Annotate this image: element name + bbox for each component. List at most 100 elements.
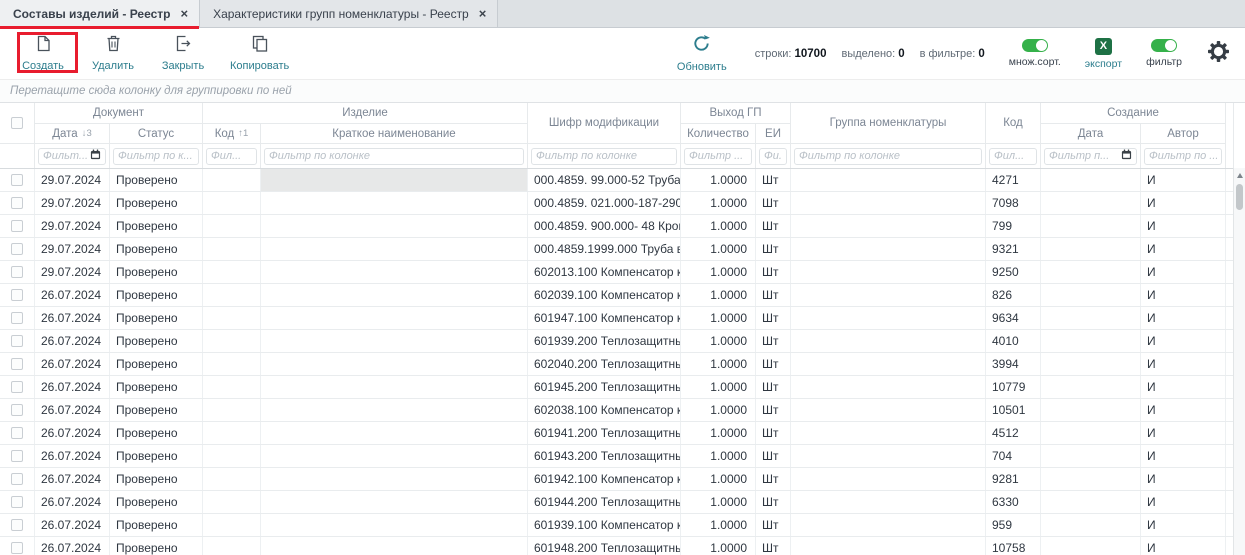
cell-short-name[interactable]: [261, 284, 528, 306]
cell-quantity[interactable]: 1.0000: [681, 491, 756, 513]
cell-quantity[interactable]: 1.0000: [681, 238, 756, 260]
cell-quantity[interactable]: 1.0000: [681, 192, 756, 214]
cell-mod-cipher[interactable]: 602039.100 Компенсатор к: [528, 284, 681, 306]
cell-product-code[interactable]: [203, 399, 261, 421]
cell-short-name[interactable]: [261, 537, 528, 555]
row-checkbox[interactable]: [11, 381, 23, 393]
cell-status[interactable]: Проверено: [110, 399, 203, 421]
table-row[interactable]: 29.07.2024 Проверено 000.4859.1999.000 Т…: [0, 238, 1233, 261]
cell-author[interactable]: И: [1141, 307, 1226, 329]
cell-short-name[interactable]: [261, 261, 528, 283]
cell-mod-cipher[interactable]: 601947.100 Компенсатор к: [528, 307, 681, 329]
row-checkbox[interactable]: [11, 289, 23, 301]
cell-date[interactable]: 29.07.2024: [35, 215, 110, 237]
cell-mod-cipher[interactable]: 601944.200 Теплозащитны: [528, 491, 681, 513]
row-checkbox[interactable]: [11, 519, 23, 531]
cell-status[interactable]: Проверено: [110, 215, 203, 237]
cell-quantity[interactable]: 1.0000: [681, 261, 756, 283]
table-row[interactable]: 26.07.2024 Проверено 602039.100 Компенса…: [0, 284, 1233, 307]
table-row[interactable]: 26.07.2024 Проверено 602038.100 Компенса…: [0, 399, 1233, 422]
filter-unit[interactable]: Фи...: [756, 144, 791, 168]
cell-creation-date[interactable]: [1041, 330, 1141, 352]
cell-author[interactable]: И: [1141, 330, 1226, 352]
cell-code[interactable]: 10501: [986, 399, 1041, 421]
cell-mod-cipher[interactable]: 601941.200 Теплозащитны: [528, 422, 681, 444]
cell-product-code[interactable]: [203, 445, 261, 467]
cell-short-name[interactable]: [261, 514, 528, 536]
cell-unit[interactable]: Шт: [756, 376, 791, 398]
cell-creation-date[interactable]: [1041, 307, 1141, 329]
cell-creation-date[interactable]: [1041, 284, 1141, 306]
cell-date[interactable]: 29.07.2024: [35, 192, 110, 214]
cell-author[interactable]: И: [1141, 399, 1226, 421]
refresh-button[interactable]: Обновить: [677, 34, 727, 73]
cell-nomenclature-group[interactable]: [791, 330, 986, 352]
filter-mod-cipher[interactable]: Фильтр по колонке: [528, 144, 681, 168]
column-header-author[interactable]: Автор: [1141, 124, 1226, 144]
cell-status[interactable]: Проверено: [110, 353, 203, 375]
column-header-quantity[interactable]: Количество: [681, 124, 756, 144]
filter-short-name[interactable]: Фильтр по колонке: [261, 144, 528, 168]
cell-creation-date[interactable]: [1041, 192, 1141, 214]
settings-button[interactable]: [1208, 41, 1229, 67]
cell-date[interactable]: 26.07.2024: [35, 399, 110, 421]
cell-short-name[interactable]: [261, 307, 528, 329]
filter-author[interactable]: Фильтр по ...: [1141, 144, 1226, 168]
table-row[interactable]: 26.07.2024 Проверено 601942.100 Компенса…: [0, 468, 1233, 491]
cell-unit[interactable]: Шт: [756, 399, 791, 421]
cell-nomenclature-group[interactable]: [791, 192, 986, 214]
cell-product-code[interactable]: [203, 261, 261, 283]
cell-quantity[interactable]: 1.0000: [681, 353, 756, 375]
cell-unit[interactable]: Шт: [756, 353, 791, 375]
cell-code[interactable]: 959: [986, 514, 1041, 536]
row-checkbox[interactable]: [11, 473, 23, 485]
cell-mod-cipher[interactable]: 000.4859. 99.000-52 Труба: [528, 169, 681, 191]
cell-author[interactable]: И: [1141, 537, 1226, 555]
export-button[interactable]: X экспорт: [1085, 38, 1122, 70]
cell-product-code[interactable]: [203, 514, 261, 536]
cell-short-name[interactable]: [261, 399, 528, 421]
close-icon[interactable]: ×: [479, 7, 487, 20]
column-header-code[interactable]: Код ↑1: [203, 124, 261, 144]
cell-short-name[interactable]: [261, 169, 528, 191]
cell-status[interactable]: Проверено: [110, 192, 203, 214]
cell-quantity[interactable]: 1.0000: [681, 330, 756, 352]
cell-date[interactable]: 26.07.2024: [35, 376, 110, 398]
cell-date[interactable]: 29.07.2024: [35, 238, 110, 260]
row-checkbox[interactable]: [11, 450, 23, 462]
cell-product-code[interactable]: [203, 537, 261, 555]
cell-code[interactable]: 9634: [986, 307, 1041, 329]
cell-mod-cipher[interactable]: 601943.200 Теплозащитны: [528, 445, 681, 467]
cell-nomenclature-group[interactable]: [791, 307, 986, 329]
cell-creation-date[interactable]: [1041, 399, 1141, 421]
cell-quantity[interactable]: 1.0000: [681, 376, 756, 398]
close-icon[interactable]: ×: [180, 7, 188, 20]
cell-quantity[interactable]: 1.0000: [681, 169, 756, 191]
cell-code[interactable]: 10779: [986, 376, 1041, 398]
row-checkbox[interactable]: [11, 404, 23, 416]
cell-status[interactable]: Проверено: [110, 491, 203, 513]
row-checkbox[interactable]: [11, 174, 23, 186]
column-header-date[interactable]: Дата ↓3: [35, 124, 110, 144]
cell-nomenclature-group[interactable]: [791, 376, 986, 398]
cell-mod-cipher[interactable]: 602040.200 Теплозащитны: [528, 353, 681, 375]
group-by-drop-zone[interactable]: Перетащите сюда колонку для группировки …: [0, 80, 1245, 103]
column-header-code2[interactable]: Код: [986, 103, 1041, 144]
cell-status[interactable]: Проверено: [110, 537, 203, 555]
cell-author[interactable]: И: [1141, 376, 1226, 398]
table-row[interactable]: 26.07.2024 Проверено 601947.100 Компенса…: [0, 307, 1233, 330]
cell-quantity[interactable]: 1.0000: [681, 215, 756, 237]
cell-creation-date[interactable]: [1041, 376, 1141, 398]
cell-product-code[interactable]: [203, 491, 261, 513]
cell-quantity[interactable]: 1.0000: [681, 468, 756, 490]
group-header-document[interactable]: Документ: [35, 103, 203, 124]
cell-creation-date[interactable]: [1041, 422, 1141, 444]
copy-button[interactable]: Копировать: [230, 35, 289, 72]
cell-unit[interactable]: Шт: [756, 422, 791, 444]
cell-status[interactable]: Проверено: [110, 307, 203, 329]
table-row[interactable]: 29.07.2024 Проверено 000.4859. 900.000- …: [0, 215, 1233, 238]
cell-date[interactable]: 26.07.2024: [35, 330, 110, 352]
group-header-gp-output[interactable]: Выход ГП: [681, 103, 791, 124]
cell-unit[interactable]: Шт: [756, 537, 791, 555]
filter-nomenclature-group[interactable]: Фильтр по колонке: [791, 144, 986, 168]
